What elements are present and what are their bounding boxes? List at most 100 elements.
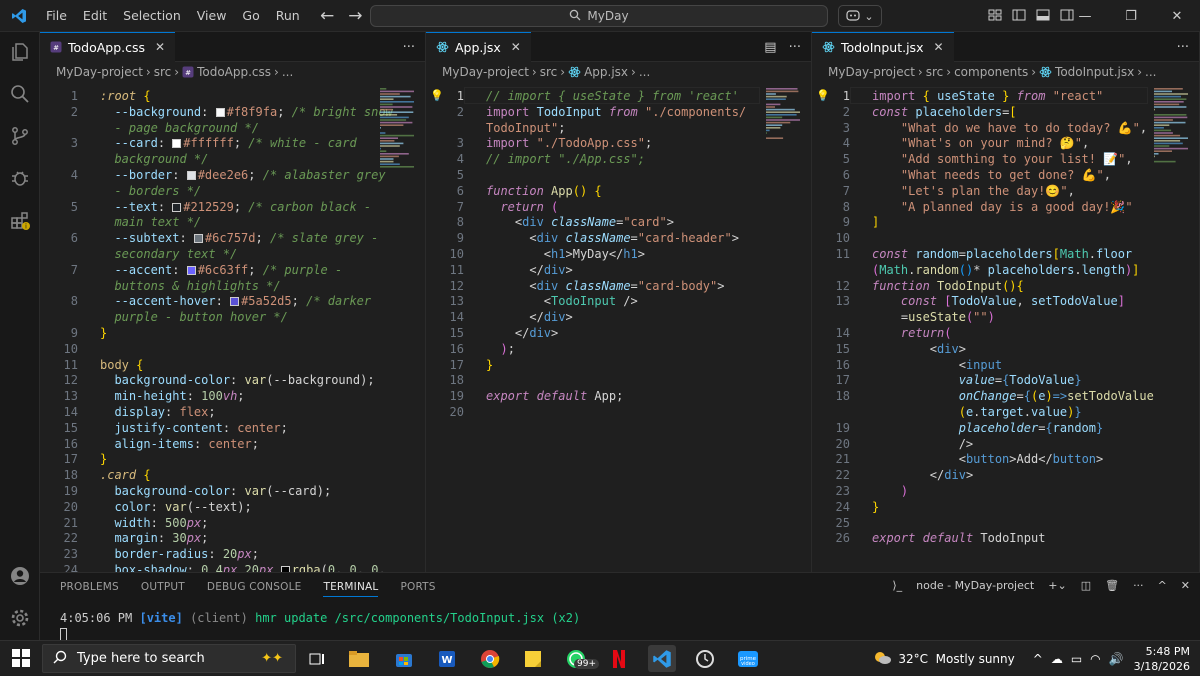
split-terminal-icon[interactable]: ◫ <box>1081 579 1091 592</box>
breadcrumb-item[interactable]: ... <box>1145 65 1156 79</box>
breadcrumb-item[interactable]: MyDay-project <box>442 65 529 79</box>
minimize-icon[interactable]: — <box>1062 0 1108 32</box>
file-explorer-icon[interactable] <box>345 645 373 672</box>
more-actions-icon[interactable]: ··· <box>1177 40 1189 55</box>
breadcrumb-item[interactable]: src <box>540 65 558 79</box>
kill-terminal-icon[interactable]: 🗑 <box>1105 579 1119 592</box>
terminal-name[interactable]: node - MyDay-project <box>916 579 1034 592</box>
explorer-icon[interactable] <box>0 32 40 72</box>
word-icon[interactable]: W <box>433 645 461 672</box>
battery-icon[interactable]: ▭ <box>1071 652 1082 666</box>
line-number <box>820 262 850 278</box>
maximize-panel-icon[interactable]: ^ <box>1158 579 1167 592</box>
code-line: } <box>100 452 108 467</box>
breadcrumb-item[interactable]: ... <box>639 65 650 79</box>
code-line: =useState("") <box>900 310 995 325</box>
wifi-icon[interactable]: ◠ <box>1090 652 1100 666</box>
split-editor-icon[interactable]: ▤ <box>764 40 776 55</box>
line-number: 24 <box>63 563 78 572</box>
terminal-output[interactable]: 4:05:06 PM [vite] (client) hmr update /s… <box>60 611 580 642</box>
search-sidebar-icon[interactable] <box>0 74 40 114</box>
close-panel-icon[interactable]: ✕ <box>1181 579 1190 592</box>
code-line: --accent-hover: #5a52d5; /* darker <box>114 294 372 309</box>
code-line: </div> <box>529 310 573 325</box>
new-terminal-icon[interactable]: +⌄ <box>1048 579 1066 592</box>
panel-tab-output[interactable]: OUTPUT <box>141 581 185 597</box>
customize-layout-icon[interactable] <box>988 9 1002 24</box>
code-line: color: var(--text); <box>114 499 252 514</box>
sticky-notes-icon[interactable] <box>519 645 547 672</box>
breadcrumb-item[interactable]: src <box>926 65 944 79</box>
code-line: align-items: center; <box>114 436 259 451</box>
tab-app-jsx[interactable]: App.jsx ✕ <box>426 32 531 62</box>
ms-store-icon[interactable] <box>390 645 418 672</box>
close-tab-icon[interactable]: ✕ <box>155 40 165 54</box>
more-actions-icon[interactable]: ··· <box>789 40 801 55</box>
prime-video-icon[interactable]: prime video <box>734 645 762 672</box>
toggle-sidebar-icon[interactable] <box>1012 9 1026 24</box>
tab-todoinput-jsx[interactable]: TodoInput.jsx ✕ <box>812 32 954 62</box>
panel-tab-debug-console[interactable]: DEBUG CONSOLE <box>207 581 302 597</box>
minimap[interactable] <box>764 88 804 218</box>
settings-gear-icon[interactable] <box>0 598 40 638</box>
menu-edit[interactable]: Edit <box>75 8 115 23</box>
task-view-icon[interactable] <box>303 645 331 672</box>
close-window-icon[interactable]: ✕ <box>1154 0 1200 32</box>
breadcrumb: MyDay-project › src › App.jsx ›... <box>426 62 811 82</box>
code-line: <div className="card-body"> <box>529 278 725 293</box>
chevron-up-icon[interactable]: ^ <box>1033 652 1043 666</box>
extensions-icon[interactable]: i <box>0 200 40 240</box>
code-line: (e.target.value)} <box>958 405 1082 419</box>
clock[interactable]: 5:48 PM 3/18/2026 <box>1134 644 1190 674</box>
menu-selection[interactable]: Selection <box>115 8 189 23</box>
close-tab-icon[interactable]: ✕ <box>933 40 943 54</box>
more-actions-icon[interactable]: ··· <box>1133 579 1144 592</box>
clock-app-icon[interactable] <box>691 645 719 672</box>
line-number <box>48 183 78 199</box>
line-number: 17 <box>449 357 464 372</box>
taskbar-search-box[interactable]: Type here to search ✦✦ <box>42 644 296 673</box>
breadcrumb-item[interactable]: components <box>954 65 1028 79</box>
code-line: background */ <box>114 152 209 167</box>
tab-todoapp-css[interactable]: # TodoApp.css ✕ <box>40 32 176 62</box>
forward-arrow-icon[interactable]: → <box>348 6 362 26</box>
vscode-taskbar-icon[interactable] <box>648 645 676 672</box>
minimap[interactable] <box>1152 88 1192 218</box>
close-tab-icon[interactable]: ✕ <box>511 40 521 54</box>
netflix-icon[interactable] <box>605 645 633 672</box>
menu-view[interactable]: View <box>189 8 235 23</box>
windows-start-icon[interactable] <box>12 649 30 671</box>
back-arrow-icon[interactable]: ← <box>320 6 334 26</box>
breadcrumb-item[interactable]: TodoApp.css <box>197 65 271 79</box>
minimap[interactable] <box>378 88 418 218</box>
breadcrumb-item[interactable]: MyDay-project <box>828 65 915 79</box>
account-icon[interactable] <box>0 556 40 596</box>
chrome-icon[interactable] <box>476 645 504 672</box>
code-line: const placeholders=[ <box>872 104 1017 119</box>
command-center-search[interactable]: MyDay <box>370 5 828 27</box>
source-control-icon[interactable] <box>0 116 40 156</box>
copilot-button[interactable]: ⌄ <box>838 5 882 27</box>
weather-text[interactable]: 32°C Mostly sunny <box>898 652 1014 666</box>
panel-tab-ports[interactable]: PORTS <box>400 581 435 597</box>
breadcrumb-item[interactable]: App.jsx <box>584 65 628 79</box>
breadcrumb-item[interactable]: MyDay-project <box>56 65 143 79</box>
run-debug-icon[interactable] <box>0 158 40 198</box>
breadcrumb-item[interactable]: ... <box>282 65 293 79</box>
panel-tab-terminal[interactable]: TERMINAL <box>323 581 379 597</box>
whatsapp-icon[interactable]: 99+ <box>562 645 599 672</box>
menu-file[interactable]: File <box>38 8 75 23</box>
search-icon <box>569 9 581 24</box>
breadcrumb-item[interactable]: TodoInput.jsx <box>1055 65 1134 79</box>
network-icon[interactable]: ☁ <box>1051 652 1063 666</box>
panel-tab-problems[interactable]: PROBLEMS <box>60 581 119 597</box>
menu-run[interactable]: Run <box>268 8 308 23</box>
breadcrumb-item[interactable]: src <box>154 65 172 79</box>
code-line: "What do we have to do today? 💪", <box>900 120 1148 135</box>
volume-icon[interactable]: 🔊 <box>1109 652 1124 666</box>
toggle-panel-icon[interactable] <box>1036 9 1050 24</box>
more-actions-icon[interactable]: ··· <box>403 40 415 55</box>
restore-icon[interactable]: ❐ <box>1108 0 1154 32</box>
code-line: purple - button hover */ <box>114 310 288 325</box>
menu-go[interactable]: Go <box>234 8 267 23</box>
